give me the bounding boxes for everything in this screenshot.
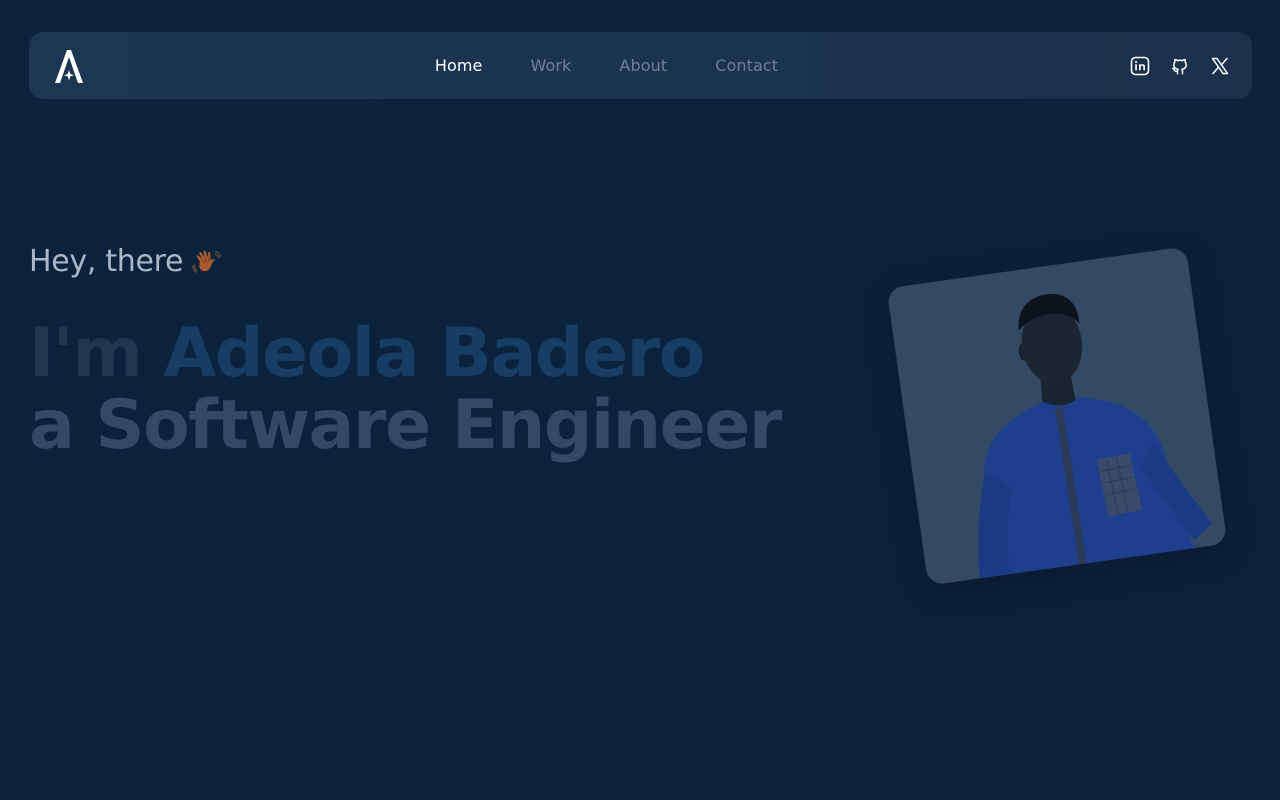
headline-name: Adeola Badero	[163, 314, 706, 393]
nav-link-contact[interactable]: Contact	[691, 56, 802, 75]
greeting-text: Hey, there	[29, 244, 184, 279]
waving-hand-icon	[191, 246, 223, 278]
logo-icon[interactable]	[51, 46, 87, 86]
greeting: Hey, there	[29, 244, 223, 279]
nav-link-work[interactable]: Work	[506, 56, 595, 75]
page: Home Work About Contact Hey, there I'm A…	[0, 0, 1280, 800]
github-icon[interactable]	[1170, 56, 1190, 76]
headline-prefix: I'm	[29, 314, 164, 393]
nav-link-about[interactable]: About	[595, 56, 691, 75]
nav-links: Home Work About Contact	[29, 32, 1252, 99]
navbar: Home Work About Contact	[29, 32, 1252, 99]
profile-photo	[886, 246, 1228, 586]
headline: I'm Adeola Badero a Software Engineer	[29, 318, 782, 465]
headline-role: a Software Engineer	[29, 386, 782, 465]
social-links	[1130, 32, 1230, 99]
nav-link-home[interactable]: Home	[411, 56, 507, 75]
x-icon[interactable]	[1210, 56, 1230, 76]
linkedin-icon[interactable]	[1130, 56, 1150, 76]
